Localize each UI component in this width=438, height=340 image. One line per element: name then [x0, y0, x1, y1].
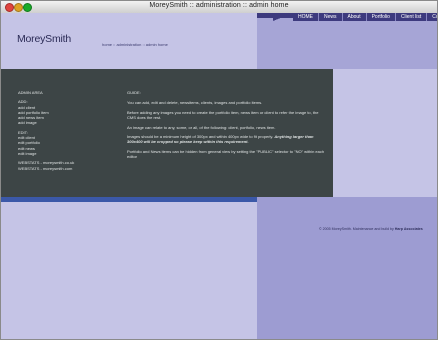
nav-news[interactable]: News	[318, 13, 342, 21]
site-logo[interactable]: MoreySmith	[17, 33, 71, 45]
right-side-panel	[333, 69, 437, 197]
guide-paragraph-1: You can add, edit and delete, newsitems,…	[127, 100, 263, 106]
nav-client-list[interactable]: Client list	[394, 13, 426, 21]
admin-area-heading: ADMIN AREA	[18, 90, 43, 95]
window-title: MoreySmith :: administration :: admin ho…	[149, 2, 289, 9]
guide-paragraph-4-text: Images should be a minimum height of 300…	[127, 134, 274, 140]
nav-home[interactable]: HOME	[293, 13, 318, 21]
admin-sidebar: ADMIN AREA ADD: add client add portfolio…	[18, 90, 118, 171]
guide-paragraph-2: Before adding any images you need to cre…	[127, 109, 319, 121]
browser-window: MoreySmith :: administration :: admin ho…	[0, 0, 438, 340]
nav-contact[interactable]: Contact	[426, 13, 437, 21]
breadcrumb[interactable]: home :: administration :: admin home	[102, 42, 168, 47]
site-footer: © 2005 MoreySmith. Maintenance and build…	[319, 227, 423, 231]
webstats-com-link[interactable]: WEBSTATS - moreysmith.com	[18, 166, 118, 171]
nav-about[interactable]: About	[341, 13, 366, 21]
guide-heading: GUIDE:	[127, 90, 141, 95]
guide-paragraph-3: An image can relate to any, some, or all…	[127, 124, 276, 130]
header-right-panel	[257, 13, 437, 69]
main-nav: HOME News About Portfolio Client list Co…	[293, 13, 437, 21]
footer-harp-associates-link[interactable]: Harp Associates	[395, 227, 423, 231]
footer-left-panel	[1, 202, 257, 339]
divider-wedge	[231, 197, 257, 202]
footer-copyright: © 2005 MoreySmith. Maintenance and build…	[319, 227, 394, 231]
blue-divider-strip	[1, 197, 257, 202]
footer-right-panel	[257, 197, 437, 339]
guide-section: GUIDE: You can add, edit and delete, new…	[127, 90, 327, 164]
guide-paragraph-5: Portfolio and News items can be hidden f…	[127, 148, 325, 160]
nav-portfolio[interactable]: Portfolio	[365, 13, 395, 21]
guide-paragraph-4: Images should be a minimum height of 300…	[127, 134, 327, 145]
nav-wedge	[273, 13, 293, 21]
